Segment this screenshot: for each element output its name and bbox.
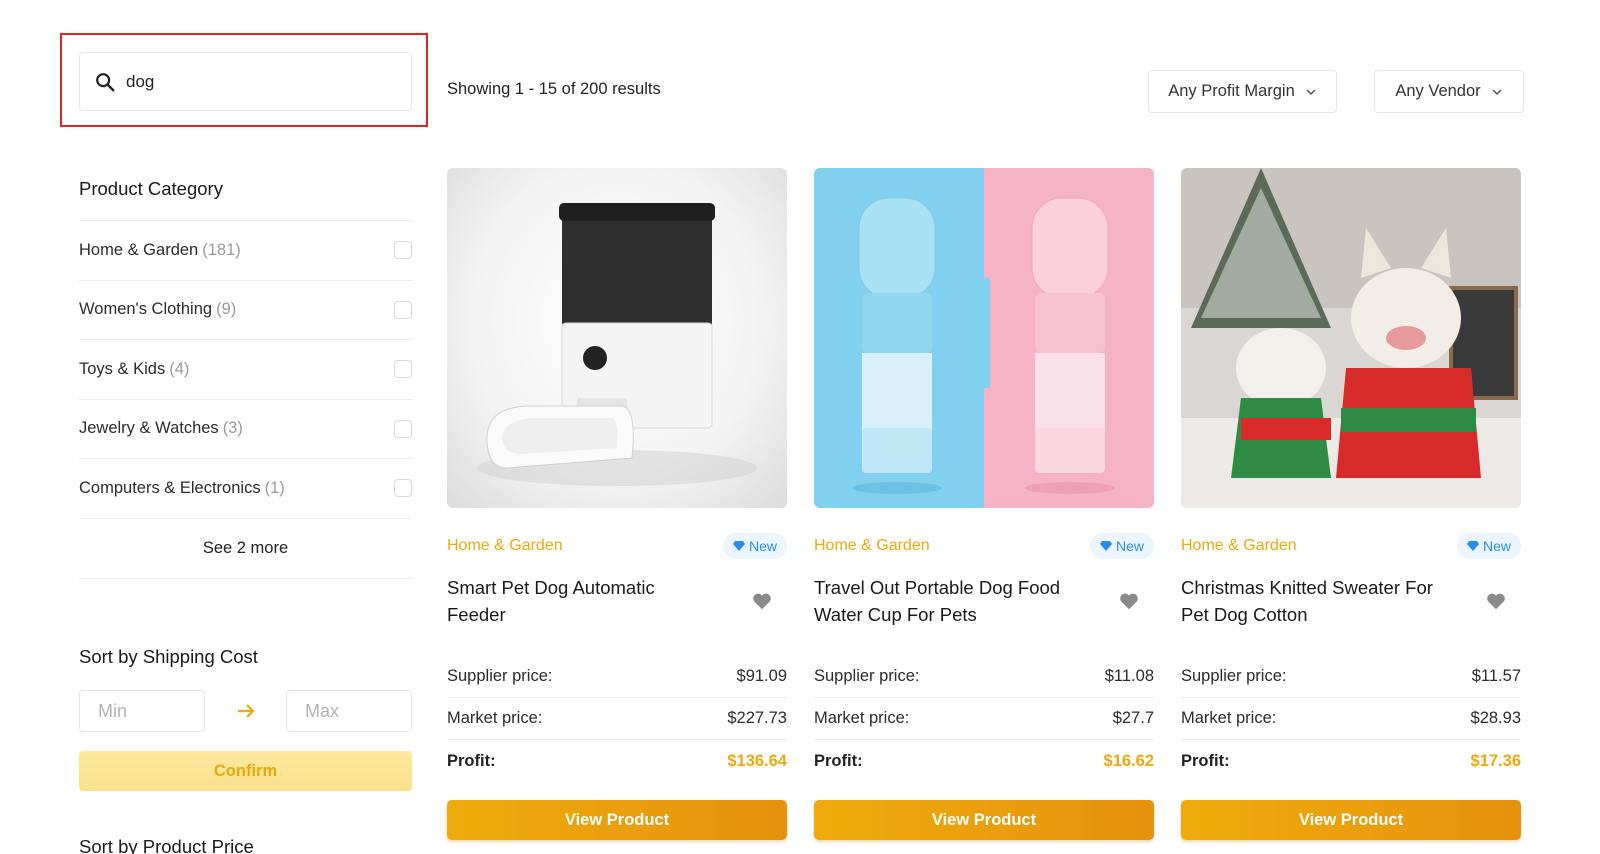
category-checkbox[interactable] [394, 419, 412, 438]
chevron-down-icon [1492, 88, 1502, 95]
category-count: (3) [222, 419, 243, 438]
new-badge-label: New [1482, 538, 1511, 554]
vendor-dropdown[interactable]: Any Vendor [1374, 70, 1524, 113]
arrow-right-icon [237, 704, 255, 718]
category-checkbox[interactable] [394, 479, 412, 498]
product-category[interactable]: Home & Garden [447, 537, 563, 555]
new-badge-label: New [1115, 538, 1144, 554]
vendor-label: Any Vendor [1395, 82, 1481, 100]
profit-label: Profit: [1181, 751, 1230, 770]
product-card: Home & Garden New Christmas Knitted Swea… [1181, 168, 1521, 840]
category-name: Home & Garden [79, 240, 199, 259]
supplier-price-value: $11.08 [1104, 667, 1154, 685]
shipping-min-input[interactable] [79, 690, 205, 732]
product-card: Home & Garden New Smart Pet Dog Automati… [447, 168, 787, 840]
pet-feeder-illustration [477, 203, 757, 486]
supplier-price-label: Supplier price: [1181, 667, 1287, 685]
product-category[interactable]: Home & Garden [814, 537, 930, 555]
category-count: (181) [202, 240, 241, 259]
view-product-button[interactable]: View Product [1181, 800, 1521, 840]
market-price-label: Market price: [814, 709, 910, 727]
product-price-title: Sort by Product Price [79, 836, 254, 854]
category-checkbox[interactable] [394, 360, 412, 379]
category-count: (1) [264, 478, 285, 497]
diamond-icon [1466, 541, 1479, 551]
category-checkbox[interactable] [394, 300, 412, 319]
new-badge-label: New [748, 538, 777, 554]
product-title[interactable]: Travel Out Portable Dog Food Water Cup F… [814, 574, 1084, 628]
category-item-womens-clothing[interactable]: Women's Clothing (9) [79, 281, 412, 340]
search-box[interactable] [79, 52, 412, 111]
see-more-button[interactable]: See 2 more [79, 519, 412, 579]
profit-value: $17.36 [1470, 751, 1521, 770]
profit-label: Profit: [447, 751, 496, 770]
results-count: Showing 1 - 15 of 200 results [447, 80, 661, 98]
category-item-home-garden[interactable]: Home & Garden (181) [79, 221, 412, 281]
profit-value: $136.64 [727, 751, 787, 770]
water-cup-illustration [814, 168, 1154, 508]
heart-icon[interactable] [751, 590, 773, 612]
category-name: Women's Clothing [79, 300, 213, 319]
search-input[interactable] [126, 71, 386, 92]
category-name: Computers & Electronics [79, 478, 261, 497]
profit-value: $16.62 [1103, 751, 1154, 770]
supplier-price-value: $91.09 [736, 667, 787, 685]
chevron-down-icon [1306, 88, 1316, 95]
category-item-toys-kids[interactable]: Toys & Kids (4) [79, 340, 412, 400]
category-name: Jewelry & Watches [79, 419, 219, 438]
diamond-icon [732, 541, 745, 551]
shipping-range [79, 690, 412, 732]
heart-icon[interactable] [1118, 590, 1140, 612]
supplier-price-value: $11.57 [1471, 667, 1521, 685]
category-item-computers-electronics[interactable]: Computers & Electronics (1) [79, 459, 412, 519]
new-badge: New [1089, 533, 1154, 559]
product-category-title: Product Category [79, 178, 223, 199]
product-title[interactable]: Smart Pet Dog Automatic Feeder [447, 574, 717, 628]
diamond-icon [1099, 541, 1112, 551]
product-title[interactable]: Christmas Knitted Sweater For Pet Dog Co… [1181, 574, 1451, 628]
product-image-sweater[interactable] [1181, 168, 1521, 508]
profit-margin-dropdown[interactable]: Any Profit Margin [1148, 70, 1337, 113]
market-price-value: $27.7 [1112, 709, 1154, 727]
search-icon [96, 72, 115, 91]
shipping-max-input[interactable] [286, 690, 412, 732]
category-count: (4) [169, 359, 190, 378]
product-image-water-cup[interactable] [814, 168, 1154, 508]
pets-sweater-illustration [1181, 168, 1521, 508]
view-product-button[interactable]: View Product [447, 800, 787, 840]
confirm-button[interactable]: Confirm [79, 751, 412, 791]
category-item-jewelry-watches[interactable]: Jewelry & Watches (3) [79, 400, 412, 459]
category-name: Toys & Kids [79, 359, 166, 378]
profit-label: Profit: [814, 751, 863, 770]
supplier-price-label: Supplier price: [814, 667, 920, 685]
category-list: Home & Garden (181) Women's Clothing (9) T… [79, 220, 412, 579]
category-checkbox[interactable] [394, 241, 412, 260]
supplier-price-label: Supplier price: [447, 667, 553, 685]
market-price-value: $28.93 [1470, 709, 1521, 727]
new-badge: New [722, 533, 787, 559]
heart-icon[interactable] [1485, 590, 1507, 612]
new-badge: New [1456, 533, 1521, 559]
shipping-cost-title: Sort by Shipping Cost [79, 646, 258, 667]
product-card: Home & Garden New Travel Out Portable Do… [814, 168, 1154, 840]
profit-margin-label: Any Profit Margin [1168, 82, 1295, 100]
product-image-feeder[interactable] [447, 168, 787, 508]
market-price-label: Market price: [447, 709, 543, 727]
market-price-label: Market price: [1181, 709, 1277, 727]
category-count: (9) [216, 300, 237, 319]
view-product-button[interactable]: View Product [814, 800, 1154, 840]
product-category[interactable]: Home & Garden [1181, 537, 1297, 555]
market-price-value: $227.73 [727, 709, 787, 727]
